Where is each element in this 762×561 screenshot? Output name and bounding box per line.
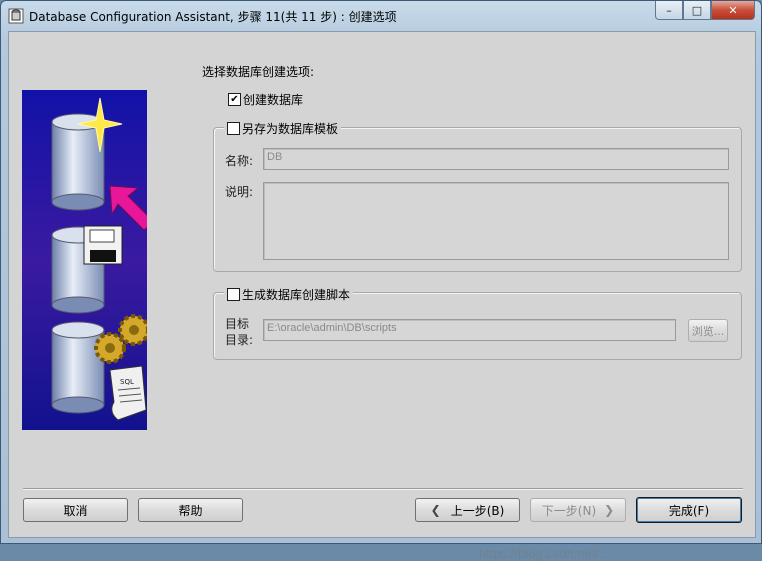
caption-buttons: – □ ✕ (655, 1, 755, 20)
destination-directory-field[interactable]: E:\oracle\admin\DB\scripts (263, 319, 676, 341)
options-prompt: 选择数据库创建选项: (202, 65, 315, 79)
template-description-label: 说明: (225, 185, 254, 199)
title-bar[interactable]: Database Configuration Assistant, 步骤 11(… (1, 1, 761, 31)
database-illustration: SQL (22, 90, 147, 430)
finish-button[interactable]: 完成(F) (636, 497, 742, 523)
generate-script-option[interactable]: 生成数据库创建脚本 (224, 286, 354, 303)
database-app-icon (8, 8, 24, 24)
create-database-label: 创建数据库 (243, 93, 304, 107)
cancel-button[interactable]: 取消 (23, 498, 128, 522)
next-button[interactable]: 下一步(N) ❯ (530, 498, 626, 522)
floppy-disk-icon (83, 225, 123, 265)
help-button[interactable]: 帮助 (138, 498, 243, 522)
cylinder-bottom (51, 321, 105, 414)
maximize-button[interactable]: □ (683, 1, 711, 20)
create-database-checkbox[interactable]: ✔ (228, 93, 241, 106)
generate-script-label: 生成数据库创建脚本 (242, 288, 351, 302)
chevron-right-icon: ❯ (604, 503, 615, 517)
back-button-label: 上一步(B) (450, 503, 505, 518)
footer-separator (23, 488, 743, 490)
watermark-text: https://blog.csdn.net/... (479, 546, 610, 561)
save-template-label: 另存为数据库模板 (242, 122, 339, 136)
create-database-option[interactable]: ✔ 创建数据库 (228, 91, 304, 108)
back-button[interactable]: ❮ 上一步(B) (415, 498, 520, 522)
destination-label-line2: 目录: (225, 333, 254, 347)
destination-label-line1: 目标 (225, 317, 250, 331)
minimize-button[interactable]: – (655, 1, 683, 20)
dialog-window: Database Configuration Assistant, 步骤 11(… (0, 0, 762, 561)
template-name-field[interactable]: DB (263, 148, 729, 170)
template-name-label: 名称: (225, 154, 254, 168)
save-template-checkbox[interactable] (227, 122, 240, 135)
close-button[interactable]: ✕ (711, 1, 755, 20)
next-button-label: 下一步(N) (541, 503, 597, 518)
destination-label: 目标 目录: (225, 316, 253, 348)
template-description-field[interactable] (263, 182, 729, 260)
svg-text:SQL: SQL (120, 378, 134, 386)
window-title: Database Configuration Assistant, 步骤 11(… (29, 10, 397, 24)
sql-script-icon: SQL (109, 365, 147, 421)
browse-button[interactable]: 浏览... (688, 319, 728, 342)
dialog-body: SQL 选择数据库创建选项: ✔ 创建数据库 另存为数据库模板 名称: DB 说… (8, 31, 756, 561)
save-template-option[interactable]: 另存为数据库模板 (224, 120, 342, 137)
chevron-left-icon: ❮ (430, 503, 441, 517)
generate-script-checkbox[interactable] (227, 288, 240, 301)
